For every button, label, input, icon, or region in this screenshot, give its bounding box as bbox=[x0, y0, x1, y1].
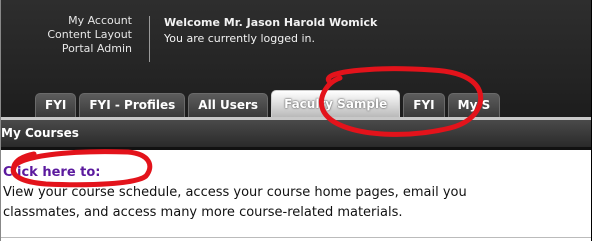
tab-my-s[interactable]: My S bbox=[447, 93, 501, 117]
welcome-message: Welcome Mr. Jason Harold Womick You are … bbox=[164, 15, 377, 47]
login-status: You are currently logged in. bbox=[164, 32, 316, 45]
module-content: Click here to: View your course schedule… bbox=[1, 147, 591, 241]
bottom-divider bbox=[1, 237, 591, 238]
module-description: View your course schedule, access your c… bbox=[3, 183, 591, 223]
header-divider bbox=[149, 16, 150, 62]
description-line-1: View your course schedule, access your c… bbox=[3, 185, 467, 200]
account-links: My Account Content Layout Portal Admin bbox=[1, 14, 132, 56]
portal-admin-link[interactable]: Portal Admin bbox=[1, 42, 132, 56]
welcome-name: Welcome Mr. Jason Harold Womick bbox=[164, 16, 378, 29]
module-title: My Courses bbox=[1, 126, 79, 140]
portal-frame: My Account Content Layout Portal Admin W… bbox=[0, 0, 592, 241]
my-account-link[interactable]: My Account bbox=[1, 14, 132, 28]
module-header: My Courses bbox=[1, 117, 591, 147]
tab-fyi[interactable]: FYI bbox=[35, 93, 77, 117]
tab-faculty-sample[interactable]: Faculty Sample bbox=[271, 90, 401, 117]
click-here-link[interactable]: Click here to: bbox=[3, 165, 101, 180]
tab-all-users[interactable]: All Users bbox=[188, 93, 269, 117]
tab-fyi-profiles[interactable]: FYI - Profiles bbox=[79, 93, 186, 117]
portal-header: My Account Content Layout Portal Admin W… bbox=[1, 0, 591, 117]
tab-bar: FYI FYI - Profiles All Users Faculty Sam… bbox=[35, 90, 503, 117]
content-layout-link[interactable]: Content Layout bbox=[1, 28, 132, 42]
description-line-2: classmates, and access many more course-… bbox=[3, 205, 403, 220]
tab-fyi-2[interactable]: FYI bbox=[403, 93, 445, 117]
